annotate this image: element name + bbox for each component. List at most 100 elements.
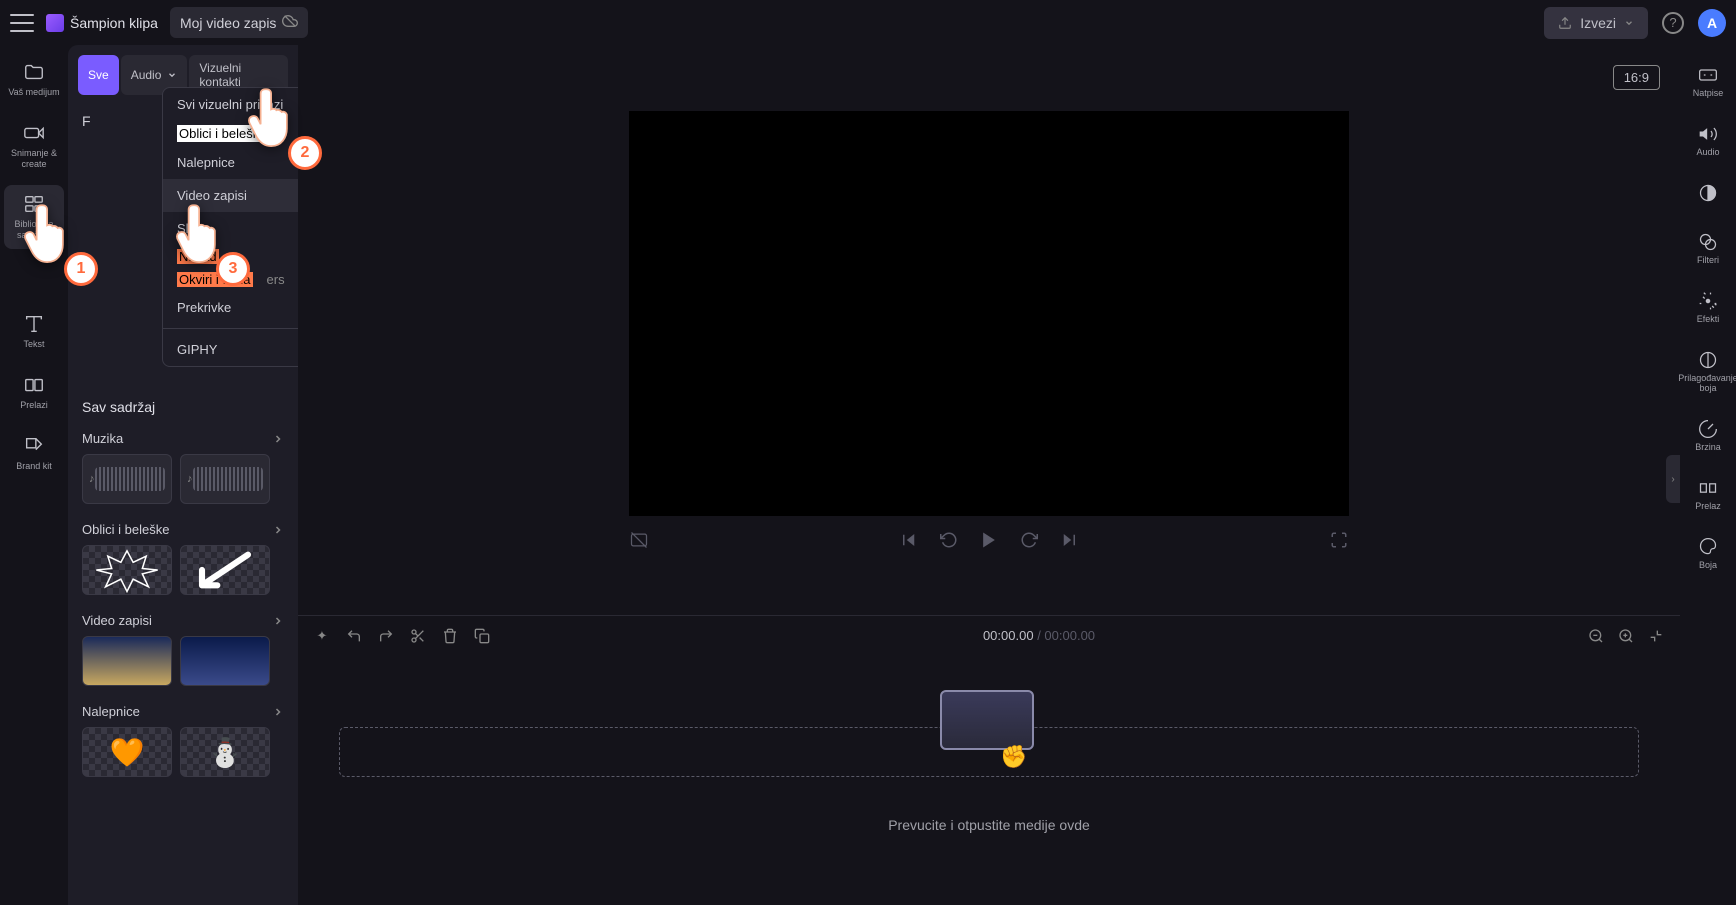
dropdown-giphy[interactable]: GIPHY xyxy=(163,333,298,366)
top-bar: Šampion klipa Moj video zapis Izvezi ? A xyxy=(0,0,1736,45)
category-music: Muzika ♪ ♪ xyxy=(68,423,298,514)
rail-record-create[interactable]: Snimanje & create xyxy=(4,114,64,178)
rr-filters[interactable]: Filteri xyxy=(1695,226,1721,271)
trash-icon[interactable] xyxy=(442,628,458,644)
rail-content-library[interactable]: Biblioteka sadržaja xyxy=(4,185,64,249)
video-preview-canvas[interactable] xyxy=(629,111,1349,516)
rail-label: Biblioteka sadržaja xyxy=(6,219,62,241)
rr-fade[interactable] xyxy=(1696,177,1720,212)
preview-zone: 16:9 xyxy=(298,45,1680,615)
color-icon xyxy=(1698,537,1718,557)
sparkle-icon[interactable]: ✦ xyxy=(314,628,330,644)
rr-transition[interactable]: Prelaz xyxy=(1693,472,1723,517)
fade-icon xyxy=(1698,183,1718,203)
frame-hide-icon[interactable] xyxy=(629,530,649,550)
center-area: 16:9 ✦ 00:00.00 xyxy=(298,45,1680,905)
fullscreen-icon[interactable] xyxy=(1329,530,1349,550)
filter-tab-all[interactable]: Sve xyxy=(78,55,119,95)
video-thumb[interactable] xyxy=(82,636,172,686)
dropdown-stickers[interactable]: Nalepnice xyxy=(163,146,298,179)
effects-icon xyxy=(1698,291,1718,311)
rail-label: Vaš medijum xyxy=(8,87,59,98)
rail-brand-kit[interactable]: Brand kit xyxy=(4,427,64,480)
camera-icon xyxy=(23,122,45,144)
rr-color[interactable]: Boja xyxy=(1696,531,1720,576)
rail-text[interactable]: Tekst xyxy=(4,305,64,358)
dropdown-overlays[interactable]: Prekrivke xyxy=(163,291,298,324)
hamburger-menu-icon[interactable] xyxy=(10,14,34,32)
timeline-drop-track[interactable]: ✊ xyxy=(339,727,1639,777)
timeline-toolbar: ✦ 00:00.00 / 00:00.00 xyxy=(298,615,1680,655)
export-button[interactable]: Izvezi xyxy=(1544,7,1648,39)
rr-color-adjust[interactable]: Prilagođavanje boja xyxy=(1676,344,1736,399)
chevron-right-icon xyxy=(272,433,284,445)
forward-icon[interactable] xyxy=(1019,530,1039,550)
rail-your-media[interactable]: Vaš medijum xyxy=(4,53,64,106)
project-name: Moj video zapis xyxy=(180,15,277,31)
category-row-music[interactable]: Muzika xyxy=(68,423,298,454)
library-icon xyxy=(23,193,45,215)
undo-icon[interactable] xyxy=(346,628,362,644)
chevron-down-icon xyxy=(167,70,177,80)
video-thumb[interactable] xyxy=(180,636,270,686)
dropdown-images[interactable]: Slike xyxy=(163,212,298,245)
dropdown-videos[interactable]: Video zapisi xyxy=(163,179,298,212)
rr-effects[interactable]: Efekti xyxy=(1695,285,1722,330)
drop-hint-text: Prevucite i otpustite medije ovde xyxy=(888,817,1090,833)
skip-forward-icon[interactable] xyxy=(1059,530,1079,550)
audio-thumb[interactable]: ♪ xyxy=(82,454,172,504)
dropdown-back[interactable]: Nazad xyxy=(177,249,219,264)
category-label: Video zapisi xyxy=(82,613,152,628)
audio-thumb[interactable]: ♪ xyxy=(180,454,270,504)
app-logo-area: Šampion klipa xyxy=(46,14,158,32)
text-icon xyxy=(23,313,45,335)
dragged-media-clip[interactable] xyxy=(940,690,1034,750)
user-avatar[interactable]: A xyxy=(1698,9,1726,37)
rail-label: Prelazi xyxy=(20,400,48,411)
rr-captions[interactable]: Natpise xyxy=(1691,59,1726,104)
redo-icon[interactable] xyxy=(378,628,394,644)
rr-speed[interactable]: Brzina xyxy=(1693,413,1723,458)
collapse-right-panel-handle[interactable]: › xyxy=(1666,455,1680,503)
help-icon[interactable]: ? xyxy=(1662,12,1684,34)
timeline-area[interactable]: ✊ Prevucite i otpustite medije ovde xyxy=(298,655,1680,905)
chevron-right-icon xyxy=(272,524,284,536)
sticker-thumb[interactable]: 🧡 xyxy=(82,727,172,777)
duplicate-icon[interactable] xyxy=(474,628,490,644)
all-content-header: Sav sadržaj xyxy=(68,389,298,423)
category-row-shapes[interactable]: Oblici i beleške xyxy=(68,514,298,545)
skip-back-icon[interactable] xyxy=(899,530,919,550)
fit-icon[interactable] xyxy=(1648,628,1664,644)
app-name: Šampion klipa xyxy=(70,15,158,31)
dropdown-frames[interactable]: Okviri i tabla xyxy=(177,272,253,287)
audio-icon xyxy=(1698,124,1718,144)
chevron-right-icon xyxy=(272,706,284,718)
dropdown-all-visuals[interactable]: Svi vizuelni prikazi xyxy=(163,88,298,121)
rewind-icon[interactable] xyxy=(939,530,959,550)
category-label: Oblici i beleške xyxy=(82,522,169,537)
category-label: Nalepnice xyxy=(82,704,140,719)
category-videos: Video zapisi xyxy=(68,605,298,696)
category-label: Muzika xyxy=(82,431,123,446)
play-icon[interactable] xyxy=(979,530,999,550)
cloud-sync-icon xyxy=(282,13,298,32)
filters-icon xyxy=(1698,232,1718,252)
project-name-wrap[interactable]: Moj video zapis xyxy=(170,7,309,38)
top-bar-right: Izvezi ? A xyxy=(1544,7,1726,39)
zoom-in-icon[interactable] xyxy=(1618,628,1634,644)
rail-transitions[interactable]: Prelazi xyxy=(4,366,64,419)
aspect-ratio-button[interactable]: 16:9 xyxy=(1613,65,1660,90)
zoom-out-icon[interactable] xyxy=(1588,628,1604,644)
shape-thumb-starburst[interactable] xyxy=(82,545,172,595)
category-row-videos[interactable]: Video zapisi xyxy=(68,605,298,636)
current-time: 00:00.00 xyxy=(983,628,1034,643)
category-row-stickers[interactable]: Nalepnice xyxy=(68,696,298,727)
category-stickers: Nalepnice 🧡 ⛄ xyxy=(68,696,298,787)
visuals-dropdown: Svi vizuelni prikazi Oblici i beleška Na… xyxy=(162,87,298,367)
split-icon[interactable] xyxy=(410,628,426,644)
sticker-thumb[interactable]: ⛄ xyxy=(180,727,270,777)
dropdown-shapes-annotations[interactable]: Oblici i beleška xyxy=(177,125,268,142)
shape-thumb-arrow[interactable] xyxy=(180,545,270,595)
rail-label: Tekst xyxy=(23,339,44,350)
rr-audio[interactable]: Audio xyxy=(1694,118,1721,163)
